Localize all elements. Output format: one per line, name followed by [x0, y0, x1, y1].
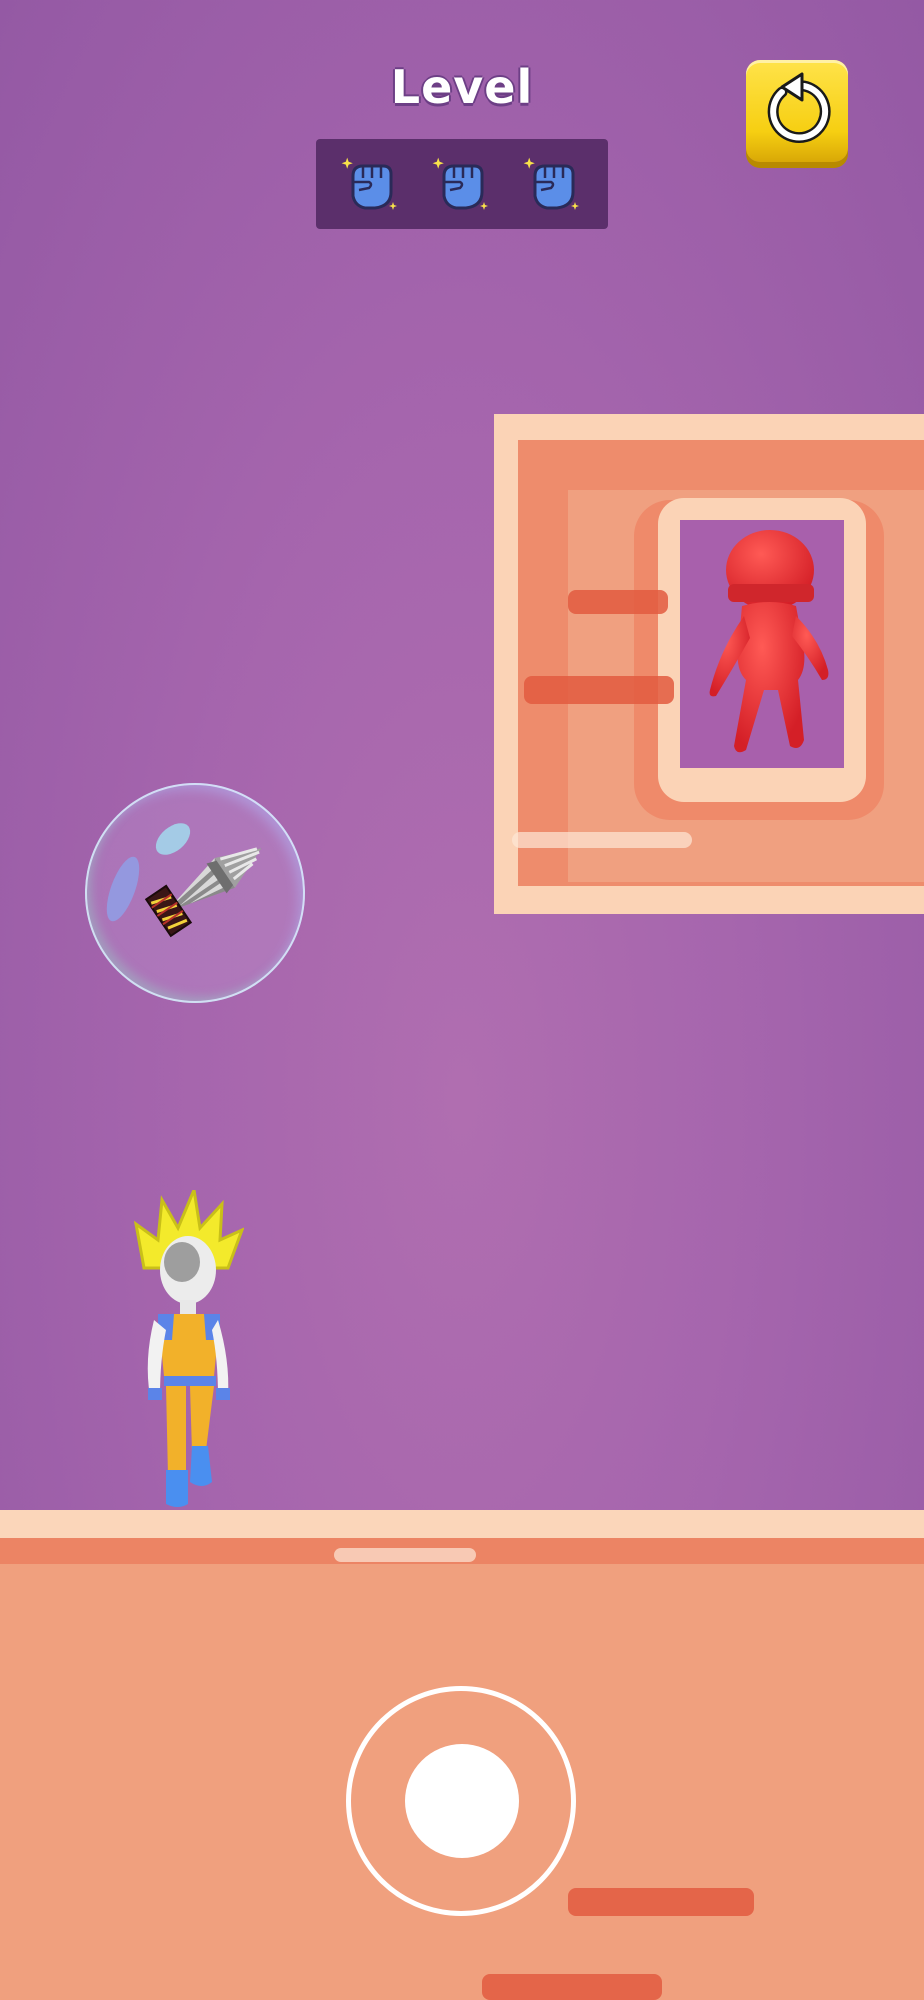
- wall-crack: [568, 590, 668, 614]
- wall-block: [494, 414, 924, 914]
- cell-interior: [680, 520, 844, 768]
- drill-powerup-icon: [106, 823, 262, 938]
- floor-top: [0, 1510, 924, 1538]
- floor-crack: [568, 1888, 754, 1916]
- floor-crack: [482, 1974, 662, 2000]
- drill-powerup-bubble[interactable]: [85, 783, 305, 1003]
- fist-icon: [521, 152, 585, 216]
- joystick-knob[interactable]: [405, 1744, 519, 1858]
- game-scene: Level: [0, 0, 924, 2000]
- restart-arrow-icon: [767, 72, 831, 144]
- fist-icon: [339, 152, 403, 216]
- cell-window: [658, 498, 866, 802]
- wall-inner: [518, 440, 924, 886]
- yellow-hair-hero: [134, 1190, 244, 1507]
- wall-crack: [524, 676, 674, 704]
- fist-icon: [430, 152, 494, 216]
- wall-highlight: [512, 832, 692, 848]
- collectibles-panel: [316, 139, 608, 229]
- restart-button[interactable]: [746, 60, 848, 162]
- floor-highlight: [334, 1548, 476, 1562]
- red-stickman-enemy: [709, 530, 829, 753]
